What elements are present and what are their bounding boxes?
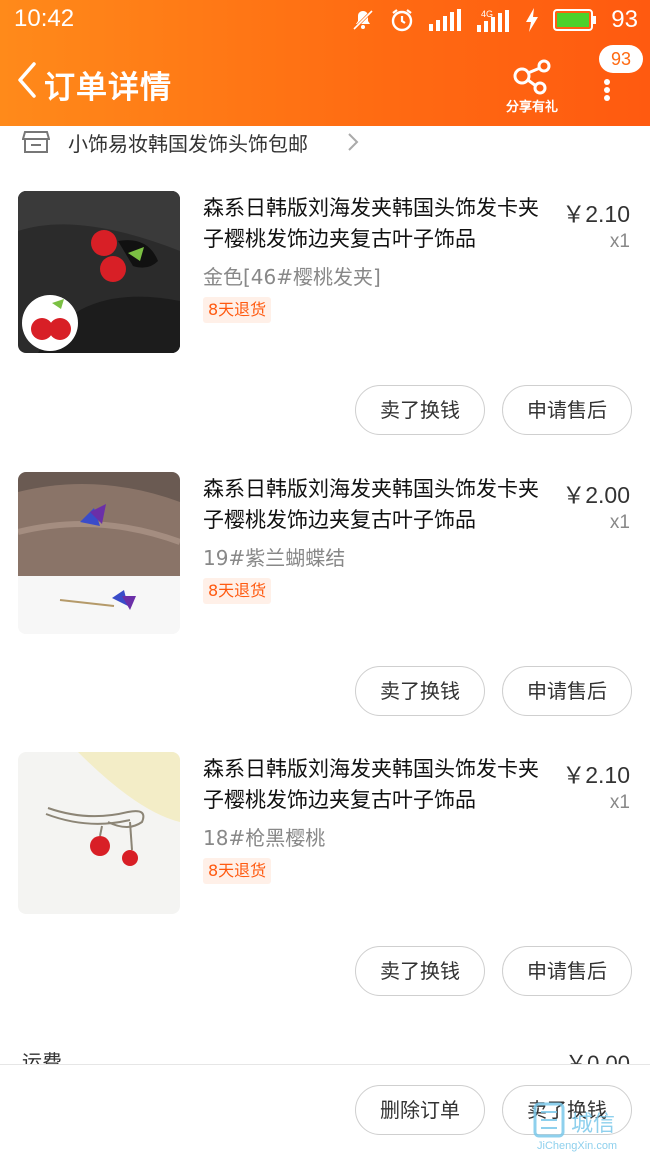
freight-label: 运费 xyxy=(22,1050,62,1066)
watermark-text: 城信 xyxy=(571,1112,616,1137)
product-title[interactable]: 森系日韩版刘海发夹韩国头饰发卡夹子樱桃发饰边夹复古叶子饰品 xyxy=(203,474,553,536)
product-price: ￥2.10 xyxy=(562,201,630,227)
product-title[interactable]: 森系日韩版刘海发夹韩国头饰发卡夹子樱桃发饰边夹复古叶子饰品 xyxy=(203,193,553,255)
freight-value: ￥0.00 xyxy=(565,1051,630,1066)
signal-icon xyxy=(429,9,462,31)
watermark-sub: JiChengXin.com xyxy=(537,1140,618,1152)
product-image[interactable] xyxy=(18,191,180,353)
shop-name: 小饰易妆韩国发饰头饰包邮 xyxy=(68,132,308,156)
store-icon xyxy=(22,131,50,153)
return-policy-tag: 8天退货 xyxy=(203,297,272,323)
product-spec: 金色[46#樱桃发夹] xyxy=(203,265,381,289)
sell-for-cash-button[interactable]: 卖了换钱 xyxy=(355,946,485,996)
status-icons: 4G 93 xyxy=(351,6,638,34)
title-bar: 订单详情 分享有礼 93 xyxy=(0,45,650,118)
status-bar: 10:42 4G 93 xyxy=(0,0,650,40)
product-spec: 19#紫兰蝴蝶结 xyxy=(203,546,346,570)
battery-icon xyxy=(553,9,597,31)
product-quantity: x1 xyxy=(609,792,630,813)
product-title[interactable]: 森系日韩版刘海发夹韩国头饰发卡夹子樱桃发饰边夹复古叶子饰品 xyxy=(203,754,553,816)
product-image[interactable] xyxy=(18,472,180,634)
message-count-badge[interactable]: 93 xyxy=(599,45,643,73)
return-policy-tag: 8天退货 xyxy=(203,858,272,884)
order-item[interactable]: 森系日韩版刘海发夹韩国头饰发卡夹子樱桃发饰边夹复古叶子饰品 ￥2.10 x1 1… xyxy=(0,752,650,1032)
bell-muted-icon xyxy=(353,9,374,31)
top-header: 10:42 4G 93 订单详情 分享有礼 93 xyxy=(0,0,650,126)
after-sales-button[interactable]: 申请售后 xyxy=(502,666,632,716)
chevron-right-icon xyxy=(348,133,359,151)
sell-for-cash-button[interactable]: 卖了换钱 xyxy=(355,385,485,435)
delete-order-button[interactable]: 删除订单 xyxy=(355,1085,485,1135)
product-quantity: x1 xyxy=(609,512,630,533)
signal-4g-icon: 4G xyxy=(477,9,510,32)
product-quantity: x1 xyxy=(609,231,630,252)
page-title: 订单详情 xyxy=(44,70,172,106)
share-gift-label: 分享有礼 xyxy=(505,100,558,115)
back-button[interactable] xyxy=(12,60,42,100)
battery-percent: 93 xyxy=(611,6,638,33)
status-time: 10:42 xyxy=(14,5,75,32)
alarm-icon xyxy=(392,9,413,32)
return-policy-tag: 8天退货 xyxy=(203,578,272,604)
charging-icon xyxy=(526,8,539,32)
freight-row: 运费 ￥0.00 xyxy=(0,1046,650,1066)
share-nodes-icon xyxy=(513,59,551,95)
order-item[interactable]: 森系日韩版刘海发夹韩国头饰发卡夹子樱桃发饰边夹复古叶子饰品 ￥2.10 x1 金… xyxy=(0,191,650,471)
product-price: ￥2.10 xyxy=(562,762,630,788)
after-sales-button[interactable]: 申请售后 xyxy=(502,946,632,996)
product-image[interactable] xyxy=(18,752,180,914)
share-gift-button[interactable]: 分享有礼 xyxy=(500,56,564,115)
order-item[interactable]: 森系日韩版刘海发夹韩国头饰发卡夹子樱桃发饰边夹复古叶子饰品 ￥2.00 x1 1… xyxy=(0,472,650,752)
sell-for-cash-button[interactable]: 卖了换钱 xyxy=(355,666,485,716)
product-spec: 18#枪黑樱桃 xyxy=(203,826,326,850)
shop-row[interactable]: 小饰易妆韩国发饰头饰包邮 xyxy=(0,126,650,158)
watermark-logo-icon xyxy=(533,1102,565,1138)
after-sales-button[interactable]: 申请售后 xyxy=(502,385,632,435)
watermark: 城信 JiChengXin.com xyxy=(533,1102,648,1152)
product-price: ￥2.00 xyxy=(562,482,630,508)
more-vertical-icon[interactable] xyxy=(600,78,614,102)
